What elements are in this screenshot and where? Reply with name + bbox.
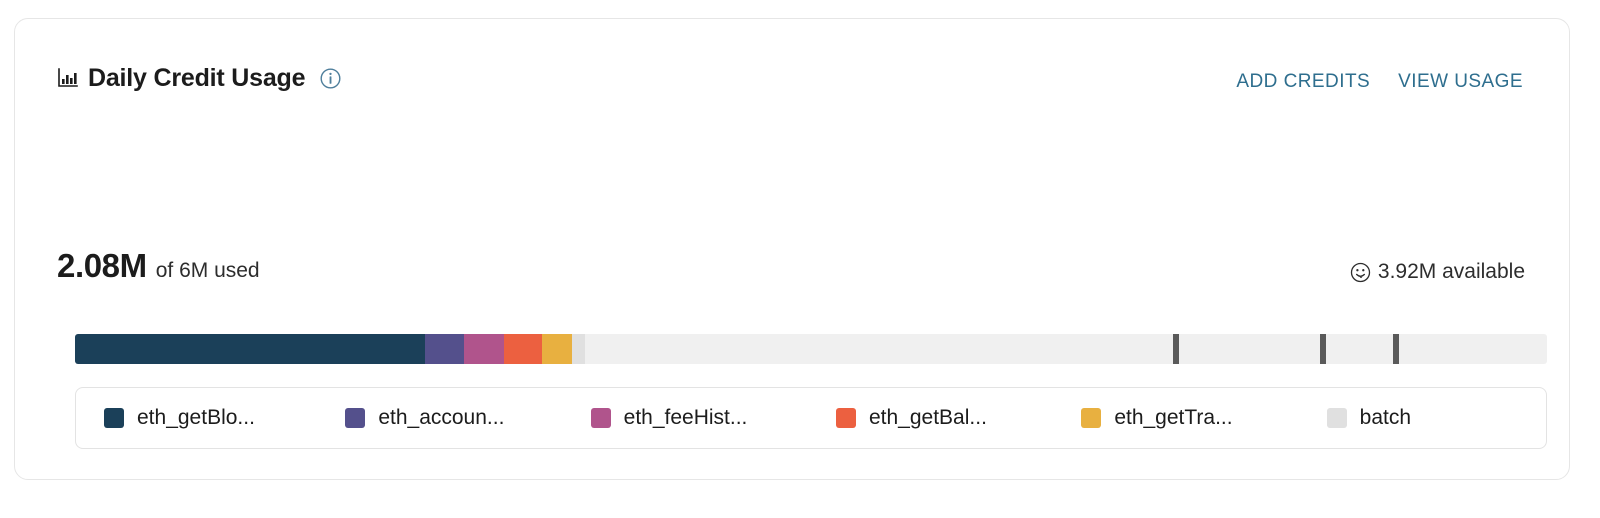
legend-item[interactable]: eth_getTra... (1057, 406, 1302, 430)
credit-usage-progress-bar[interactable] (75, 334, 1547, 364)
progress-segment[interactable] (542, 334, 572, 364)
progress-segment[interactable] (75, 334, 425, 364)
legend-item[interactable]: eth_feeHist... (567, 406, 812, 430)
info-circle-icon[interactable] (320, 67, 341, 89)
legend-item-label: eth_getTra... (1114, 406, 1233, 429)
daily-credit-usage-card: Daily Credit Usage ADD CREDITS VIEW USAG… (14, 18, 1570, 480)
legend-item[interactable]: eth_accoun... (321, 406, 566, 430)
legend-item-label: eth_getBlo... (137, 406, 255, 429)
legend-color-swatch (1326, 408, 1347, 428)
title-group: Daily Credit Usage (57, 61, 341, 95)
usage-available-group: 3.92M available (1350, 260, 1525, 284)
legend-color-swatch (1081, 408, 1102, 428)
progress-tick-marker[interactable] (1173, 334, 1179, 364)
chart-legend: eth_getBlo... eth_accoun... eth_feeHist...… (75, 387, 1547, 449)
legend-color-swatch (345, 408, 366, 428)
card-header: Daily Credit Usage ADD CREDITS VIEW USAG… (15, 19, 1569, 139)
legend-item-label: eth_feeHist... (623, 406, 748, 429)
header-actions: ADD CREDITS VIEW USAGE (1236, 71, 1523, 93)
add-credits-link[interactable]: ADD CREDITS (1236, 71, 1370, 93)
legend-item[interactable]: eth_getBal... (812, 406, 1057, 430)
progress-segment[interactable] (572, 334, 585, 364)
view-usage-link[interactable]: VIEW USAGE (1398, 71, 1523, 93)
usage-available-text: 3.92M available (1377, 260, 1525, 283)
legend-item-label: batch (1359, 406, 1412, 429)
legend-item-label: eth_accoun... (378, 406, 505, 429)
usage-used-value: 2.08M (57, 247, 147, 284)
bar-chart-icon (57, 67, 79, 89)
usage-used-group: 2.08M of 6M used (57, 247, 260, 285)
legend-color-swatch (104, 408, 124, 428)
legend-item[interactable]: eth_getBlo... (76, 406, 321, 430)
legend-color-swatch (835, 408, 856, 428)
progress-tick-marker[interactable] (1393, 334, 1399, 364)
page-title: Daily Credit Usage (88, 63, 306, 92)
usage-used-suffix: of 6M used (155, 259, 260, 282)
legend-item[interactable]: batch (1303, 406, 1548, 430)
legend-item-label: eth_getBal... (868, 406, 987, 429)
face-tongue-icon (1350, 262, 1371, 283)
legend-color-swatch (590, 408, 611, 428)
progress-segment[interactable] (504, 334, 542, 364)
progress-segment[interactable] (464, 334, 504, 364)
usage-summary-row: 2.08M of 6M used 3.92M available (57, 241, 1525, 285)
progress-segment[interactable] (425, 334, 464, 364)
progress-tick-marker[interactable] (1320, 334, 1326, 364)
